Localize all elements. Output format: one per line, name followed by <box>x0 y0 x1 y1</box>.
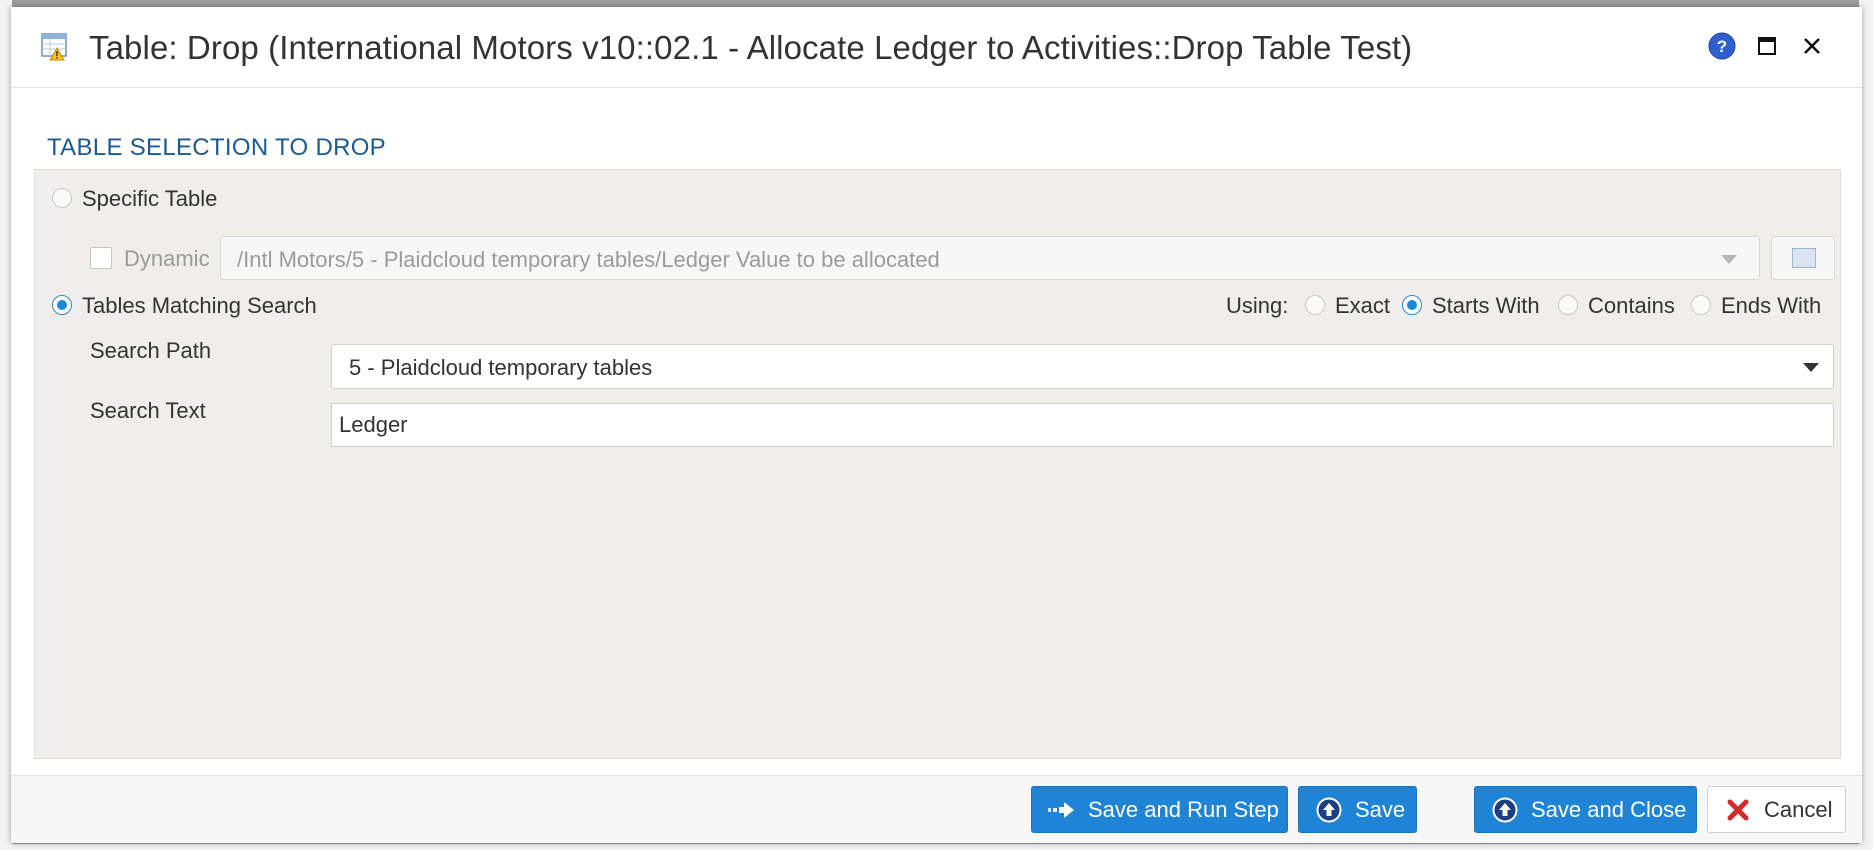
save-and-run-step-label: Save and Run Step <box>1088 796 1279 822</box>
table-drop-icon <box>40 31 70 61</box>
help-button[interactable]: ? <box>1707 32 1737 65</box>
drop-table-dialog: Table: Drop (International Motors v10::0… <box>11 7 1862 843</box>
close-button[interactable] <box>1797 33 1827 63</box>
save-label: Save <box>1355 796 1406 822</box>
using-label: Using: <box>1226 293 1289 318</box>
run-arrow-icon <box>1048 796 1076 824</box>
help-icon: ? <box>1708 32 1736 65</box>
specific-table-path: /Intl Motors/5 - Plaidcloud temporary ta… <box>237 247 940 272</box>
cancel-label: Cancel <box>1764 796 1833 822</box>
mode-starts-with-radio[interactable] <box>1402 295 1422 315</box>
save-button[interactable]: Save <box>1298 786 1417 833</box>
mode-starts-with-label: Starts With <box>1432 293 1540 318</box>
maximize-icon <box>1757 36 1777 61</box>
chevron-down-icon <box>1721 255 1737 264</box>
search-path-select[interactable]: 5 - Plaidcloud temporary tables <box>331 344 1834 389</box>
chevron-down-icon <box>1803 363 1819 372</box>
tables-matching-search-label: Tables Matching Search <box>82 293 317 318</box>
svg-text:?: ? <box>1717 37 1727 56</box>
save-and-close-label: Save and Close <box>1531 796 1687 822</box>
mode-contains-label: Contains <box>1588 293 1675 318</box>
tables-matching-search-radio[interactable] <box>52 295 72 315</box>
search-path-value: 5 - Plaidcloud temporary tables <box>349 355 653 380</box>
mode-ends-with-label: Ends With <box>1721 293 1822 318</box>
background-app-edge-bottom <box>0 844 1873 850</box>
cancel-button[interactable]: Cancel <box>1707 786 1846 833</box>
mode-contains-radio[interactable] <box>1558 295 1578 315</box>
table-picker-icon <box>1792 248 1816 268</box>
save-and-close-button[interactable]: Save and Close <box>1474 786 1697 833</box>
maximize-button[interactable] <box>1752 33 1782 63</box>
close-icon <box>1802 36 1822 61</box>
dynamic-checkbox[interactable] <box>90 247 112 269</box>
specific-table-radio[interactable] <box>52 188 72 208</box>
table-picker-button[interactable] <box>1771 236 1835 280</box>
mode-exact-label: Exact <box>1335 293 1391 318</box>
upload-circle-icon <box>1491 796 1519 824</box>
specific-table-combo[interactable]: /Intl Motors/5 - Plaidcloud temporary ta… <box>220 236 1760 280</box>
mode-ends-with-radio[interactable] <box>1691 295 1711 315</box>
upload-circle-icon <box>1315 796 1343 824</box>
dialog-titlebar: Table: Drop (International Motors v10::0… <box>11 7 1862 88</box>
dynamic-label: Dynamic <box>124 246 210 271</box>
mode-exact-radio[interactable] <box>1305 295 1325 315</box>
search-text-input[interactable] <box>331 403 1834 447</box>
red-x-icon <box>1724 796 1752 824</box>
dialog-title: Table: Drop (International Motors v10::0… <box>89 29 1413 66</box>
save-and-run-step-button[interactable]: Save and Run Step <box>1031 786 1288 833</box>
search-path-label: Search Path <box>90 338 212 363</box>
specific-table-label: Specific Table <box>82 186 218 211</box>
search-text-label: Search Text <box>90 398 206 423</box>
section-title: TABLE SELECTION TO DROP <box>47 134 386 161</box>
